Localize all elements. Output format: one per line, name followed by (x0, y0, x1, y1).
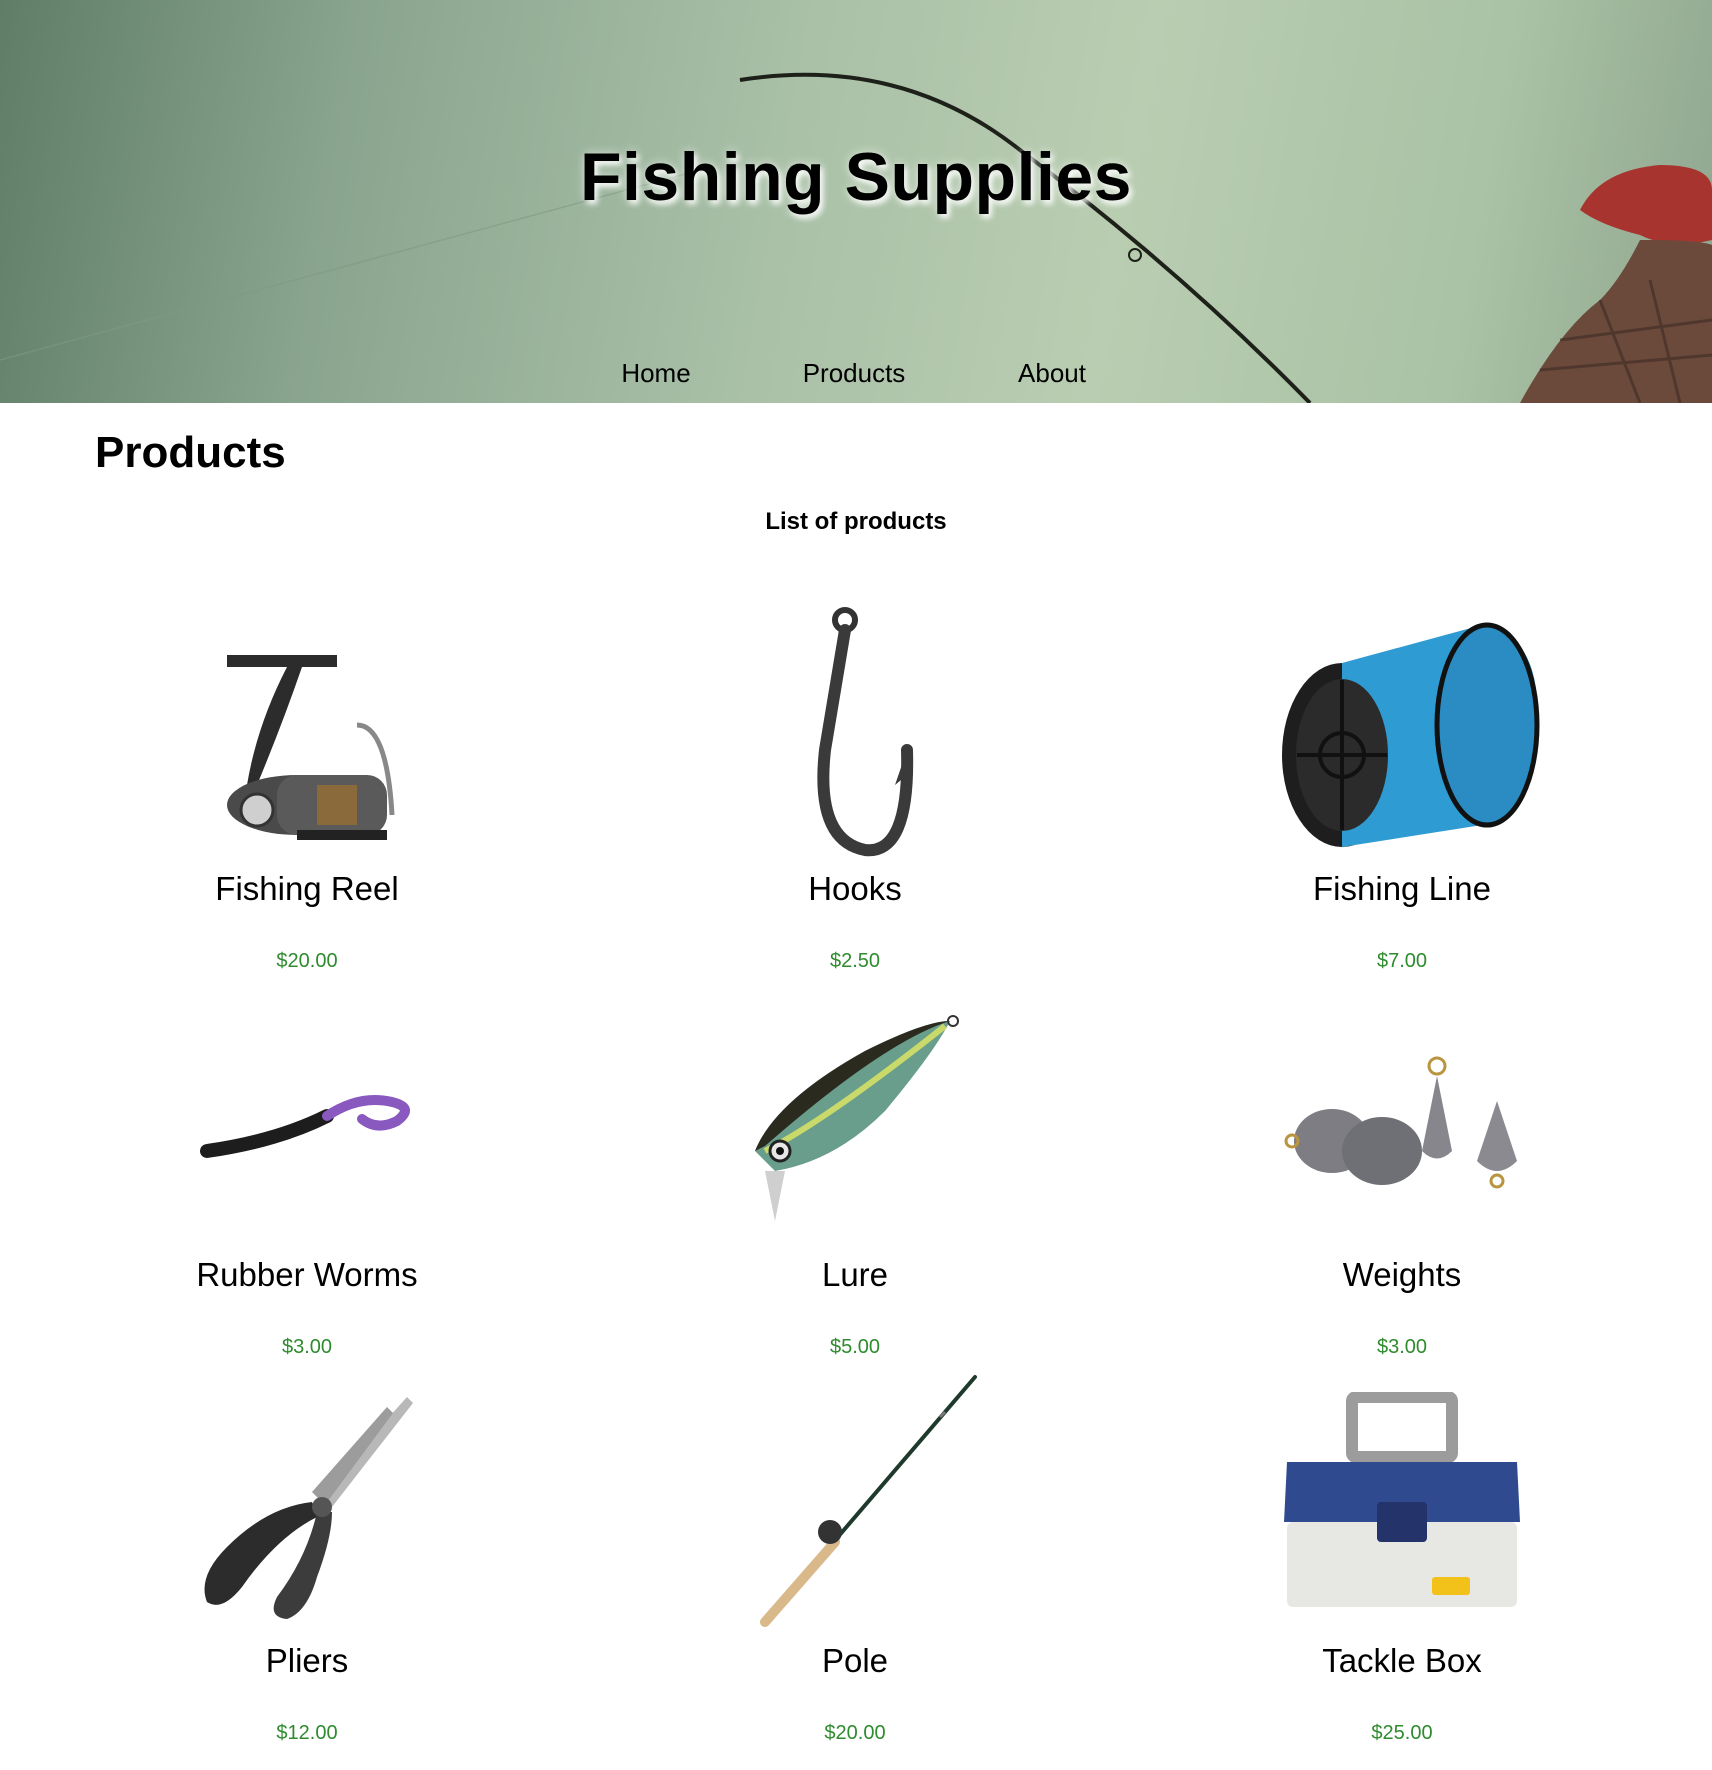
product-price: $3.00 (1376, 1336, 1428, 1358)
product-name[interactable]: Rubber Worms (57, 1256, 557, 1294)
fishing-reel-icon[interactable] (57, 600, 557, 870)
product-card[interactable]: Pliers $12.00 (57, 1372, 557, 1758)
product-card[interactable]: Hooks $2.50 (605, 600, 1105, 986)
rubber-worm-icon[interactable] (57, 986, 557, 1256)
product-name[interactable]: Tackle Box (1152, 1642, 1652, 1680)
product-name[interactable]: Weights (1152, 1256, 1652, 1294)
product-price: $2.50 (829, 950, 881, 972)
product-price: $7.00 (1376, 950, 1428, 972)
product-card[interactable]: Lure $5.00 (605, 986, 1105, 1372)
weights-icon[interactable] (1152, 986, 1652, 1256)
product-name[interactable]: Pliers (57, 1642, 557, 1680)
product-name[interactable]: Lure (605, 1256, 1105, 1294)
product-card[interactable]: Pole $20.00 (605, 1372, 1105, 1758)
product-card[interactable]: Fishing Line $7.00 (1152, 600, 1652, 986)
product-name[interactable]: Hooks (605, 870, 1105, 908)
hook-icon[interactable] (605, 600, 1105, 870)
product-grid: Fishing Reel $20.00 Hooks $2.50 Fishing … (0, 0, 1712, 1770)
tackle-box-icon[interactable] (1152, 1372, 1652, 1642)
product-name[interactable]: Fishing Line (1152, 870, 1652, 908)
product-name[interactable]: Pole (605, 1642, 1105, 1680)
product-card[interactable]: Rubber Worms $3.00 (57, 986, 557, 1372)
product-card[interactable]: Fishing Reel $20.00 (57, 600, 557, 986)
product-price: $5.00 (829, 1336, 881, 1358)
product-price: $12.00 (276, 1722, 338, 1744)
product-name[interactable]: Fishing Reel (57, 870, 557, 908)
fishing-pole-icon[interactable] (605, 1372, 1105, 1642)
pliers-icon[interactable] (57, 1372, 557, 1642)
product-price: $25.00 (1371, 1722, 1433, 1744)
product-card[interactable]: Tackle Box $25.00 (1152, 1372, 1652, 1758)
lure-icon[interactable] (605, 986, 1105, 1256)
line-spool-icon[interactable] (1152, 600, 1652, 870)
product-price: $3.00 (281, 1336, 333, 1358)
product-price: $20.00 (276, 950, 338, 972)
product-price: $20.00 (824, 1722, 886, 1744)
product-card[interactable]: Weights $3.00 (1152, 986, 1652, 1372)
